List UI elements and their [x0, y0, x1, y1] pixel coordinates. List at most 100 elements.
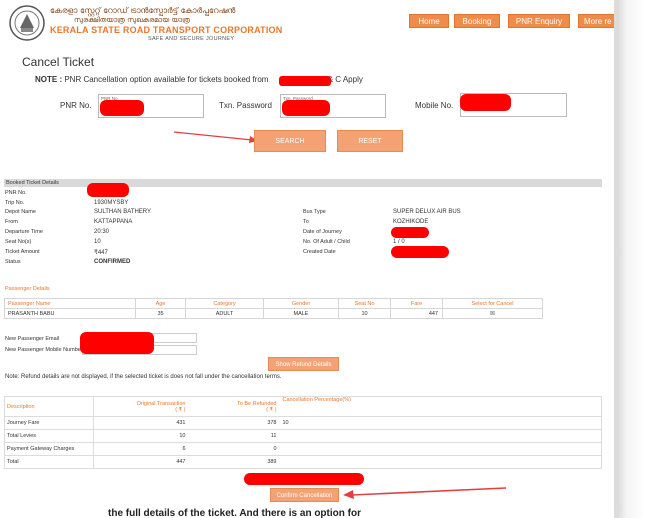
- refund-percentage: [279, 455, 602, 469]
- redaction-mark: [80, 332, 154, 354]
- refund-description: Journey Fare: [4, 416, 94, 430]
- page-title: Cancel Ticket: [22, 55, 95, 69]
- logo-malayalam-subtitle: സുരക്ഷിതയാത്ര സുഖകരമായ യാത്ര: [74, 16, 190, 24]
- nav-pnr-enquiry[interactable]: PNR Enquiry: [508, 14, 570, 28]
- passenger-seat: 10: [338, 308, 391, 319]
- refund-note: Note: Refund details are not displayed, …: [5, 374, 282, 380]
- note-label: NOTE :: [35, 75, 63, 84]
- refund-description: Payment Gateway Charges: [4, 442, 94, 456]
- detail-label: PNR No.: [5, 190, 27, 196]
- reset-button[interactable]: RESET: [337, 130, 403, 152]
- refund-amount: 0: [188, 442, 280, 456]
- refund-table: Description Original Transaction ( ₹ ) T…: [4, 396, 602, 469]
- refund-description: Total Levies: [4, 429, 94, 443]
- table-row: Total 447 389: [4, 455, 602, 469]
- arrow-annotation-icon: [343, 487, 507, 499]
- refund-description: Total: [4, 455, 94, 469]
- txn-password-label: Txn. Password: [219, 101, 272, 110]
- table-row: Journey Fare 431 378 10: [4, 416, 602, 430]
- column-header: Category: [185, 298, 264, 309]
- column-header: Fare: [390, 298, 443, 309]
- column-header: Age: [135, 298, 186, 309]
- caption-text: the full details of the ticket. And ther…: [108, 508, 361, 518]
- redaction-mark: [460, 94, 511, 111]
- detail-value: 1 / 0: [393, 239, 405, 245]
- detail-value: 10: [94, 239, 101, 245]
- new-mobile-label: New Passenger Mobile Number: [5, 347, 83, 353]
- detail-label: Date of Journey: [303, 229, 342, 235]
- table-header-row: Passenger Name Age Category Gender Seat …: [4, 298, 543, 309]
- refund-percentage: [279, 429, 602, 443]
- detail-value: KOZHIKODE: [393, 219, 429, 225]
- table-row: Payment Gateway Charges 6 0: [4, 442, 602, 456]
- column-header: To Be Refunded ( ₹ ): [237, 400, 277, 413]
- column-header: Original Transaction ( ₹ ): [93, 396, 189, 417]
- table-row: PRASANTH BABU 35 ADULT MALE 10 447 ☒: [4, 308, 543, 319]
- passenger-fare: 447: [390, 308, 443, 319]
- refund-original: 6: [93, 442, 189, 456]
- detail-value: 1930MYSBY: [94, 200, 129, 206]
- note-text: PNR Cancellation option available for ti…: [64, 75, 269, 84]
- ksrtc-emblem-icon: [9, 5, 45, 41]
- detail-label: To: [303, 219, 309, 225]
- redaction-mark: [100, 100, 144, 116]
- search-button[interactable]: SEARCH: [254, 130, 326, 152]
- passenger-gender: MALE: [263, 308, 339, 319]
- detail-value: SUPER DELUX AIR BUS: [393, 209, 461, 215]
- column-header: Gender: [263, 298, 339, 309]
- detail-value: KATTAPPANA: [94, 219, 133, 225]
- table-row: Total Levies 10 11: [4, 429, 602, 443]
- refund-original: 431: [93, 416, 189, 430]
- passenger-details-title: Passenger Details: [5, 286, 50, 292]
- detail-label: Bus Type: [303, 209, 326, 215]
- nav-home[interactable]: Home: [409, 14, 449, 28]
- site-header: കേരളാ സ്റ്റേറ്റ് റോഡ് ട്രാൻസ്പോർട്ട് കോർ…: [0, 0, 618, 46]
- refund-amount: 378: [188, 416, 280, 430]
- detail-value: ₹447: [94, 250, 108, 256]
- column-header: Seat No: [338, 298, 391, 309]
- redaction-mark: [282, 100, 330, 116]
- column-header: Select for Cancel: [442, 298, 543, 309]
- column-header: Passenger Name: [4, 298, 136, 309]
- detail-label: Departure Time: [5, 229, 43, 235]
- page-edge-shadow: [614, 0, 645, 518]
- confirm-cancellation-button[interactable]: Confirm Cancellation: [270, 488, 339, 502]
- logo-malayalam-title: കേരളാ സ്റ്റേറ്റ് റോഡ് ട്രാൻസ്പോർട്ട് കോർ…: [50, 6, 236, 15]
- refund-percentage: 10: [279, 416, 602, 430]
- detail-label: Trip No.: [5, 200, 25, 206]
- refund-amount: 389: [188, 455, 280, 469]
- nav-booking[interactable]: Booking: [454, 14, 500, 28]
- mobile-label: Mobile No.: [415, 101, 454, 110]
- passenger-name: PRASANTH BABU: [4, 308, 136, 319]
- nav-more[interactable]: More re: [578, 14, 618, 28]
- table-header-row: Description Original Transaction ( ₹ ) T…: [5, 396, 602, 417]
- detail-label: From: [5, 219, 18, 225]
- pnr-label: PNR No.: [60, 101, 92, 110]
- logo-tagline: SAFE AND SECURE JOURNEY: [148, 36, 235, 42]
- passenger-age: 35: [135, 308, 186, 319]
- select-for-cancel-checkbox[interactable]: ☒: [442, 308, 543, 319]
- detail-label: Status: [5, 259, 21, 265]
- passenger-table: Passenger Name Age Category Gender Seat …: [4, 298, 543, 319]
- detail-label: Ticket Amount: [5, 249, 40, 255]
- refund-amount: 11: [188, 429, 280, 443]
- refund-original: 447: [93, 455, 189, 469]
- redaction-mark: [391, 246, 449, 258]
- show-refund-details-button[interactable]: Show Refund Details: [268, 357, 339, 371]
- detail-label: Depot Name: [5, 209, 36, 215]
- detail-label: No. Of Adult / Child: [303, 239, 350, 245]
- logo-english-title: KERALA STATE ROAD TRANSPORT CORPORATION: [50, 25, 283, 35]
- redaction-mark: [279, 76, 331, 86]
- redaction-mark: [87, 183, 129, 197]
- new-email-label: New Passenger Email: [5, 336, 60, 342]
- column-header: Description: [7, 403, 35, 410]
- detail-label: Created Date: [303, 249, 336, 255]
- refund-percentage: [279, 442, 602, 456]
- status-value: CONFIRMED: [94, 259, 131, 265]
- passenger-category: ADULT: [185, 308, 264, 319]
- arrow-annotation-icon: [173, 131, 258, 143]
- detail-value: SULTHAN BATHERY: [94, 209, 152, 215]
- column-header: Cancellation Percentage(%): [282, 397, 351, 403]
- redaction-mark: [391, 227, 429, 238]
- detail-label: Seat No(s): [5, 239, 32, 245]
